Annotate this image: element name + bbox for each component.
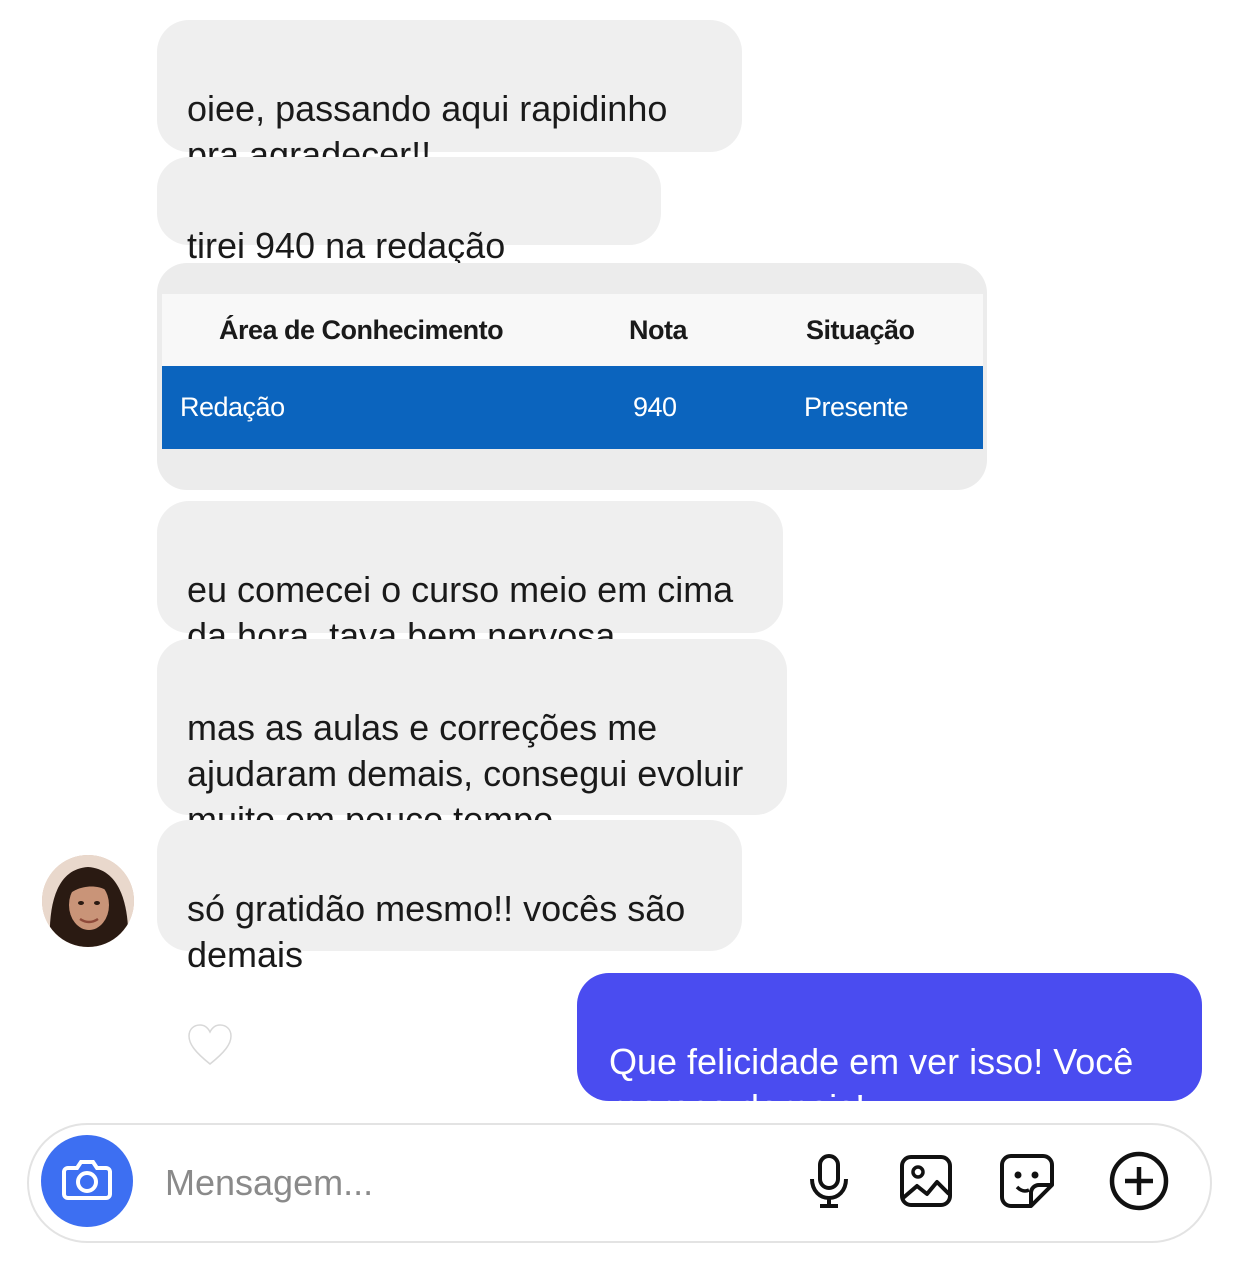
camera-icon [62,1158,112,1205]
received-message: oiee, passando aqui rapidinho pra agrade… [157,20,742,175]
sticker-button[interactable] [997,1153,1057,1213]
header-situacao: Situação [806,314,915,345]
received-message: mas as aulas e correções me ajudaram dem… [157,639,787,840]
table-row: Redação 940 Presente [162,366,983,449]
message-composer [27,1123,1212,1243]
received-message: tirei 940 na redação [157,157,661,458]
sticker-icon [999,1153,1055,1214]
microphone-button[interactable] [799,1153,859,1213]
received-message: só gratidão mesmo!! vocês são demais [157,820,742,1065]
received-message: eu comecei o curso meio em cima da hora,… [157,501,783,656]
microphone-icon [807,1153,851,1214]
message-text: Que felicidade em ver isso! Você merece … [609,1041,1134,1128]
image-icon [899,1154,953,1213]
avatar[interactable] [42,855,134,947]
sent-message: Que felicidade em ver isso! Você merece … [577,973,1202,1217]
header-area: Área de Conhecimento [219,314,504,345]
message-text: tirei 940 na redação [187,225,506,266]
cell-situacao: Presente [804,392,909,422]
message-input[interactable] [163,1155,767,1211]
message-text: só gratidão mesmo!! vocês são demais [187,888,686,975]
more-options-button[interactable] [1109,1151,1169,1216]
camera-button[interactable] [41,1135,133,1227]
cell-nota: 940 [633,392,677,422]
white-heart-emoji [187,978,233,1077]
result-table: Área de Conhecimento Nota Situação Redaç… [162,294,983,449]
result-screenshot-card: Área de Conhecimento Nota Situação Redaç… [157,263,987,490]
table-header: Área de Conhecimento Nota Situação [162,294,983,366]
plus-icon [1109,1151,1169,1216]
cell-area: Redação [180,392,285,422]
gallery-button[interactable] [896,1153,956,1213]
header-nota: Nota [629,314,688,345]
